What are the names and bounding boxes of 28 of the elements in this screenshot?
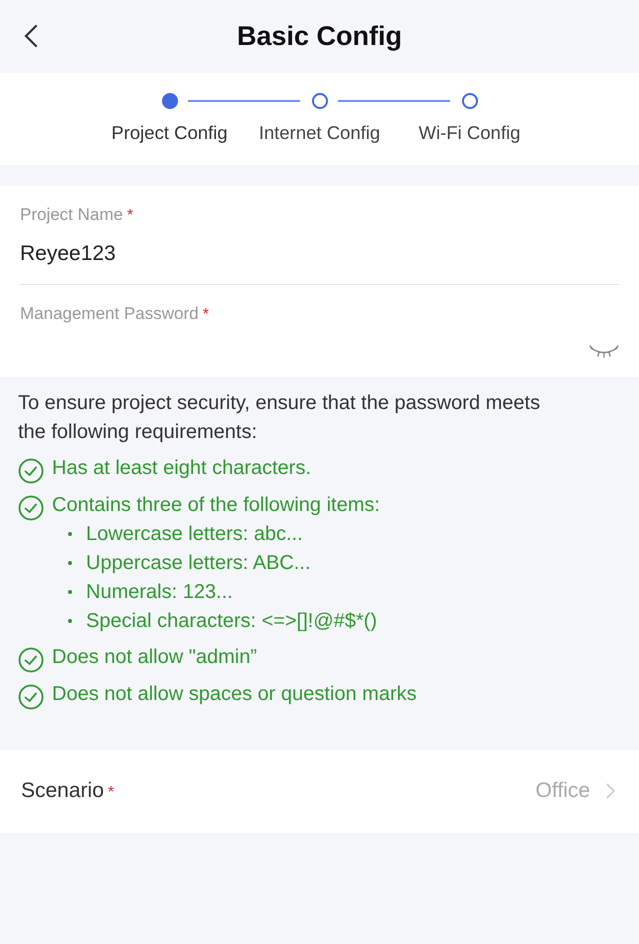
requirement-text: Does not allow spaces or question marks xyxy=(52,682,417,704)
field-label: Management Password xyxy=(20,304,199,322)
requirement-text: Has at least eight characters. xyxy=(52,456,312,478)
page-title: Basic Config xyxy=(236,20,402,54)
requirement-text: Lowercase letters: abc... xyxy=(86,522,303,546)
back-icon xyxy=(24,24,38,48)
requirement-text: Uppercase letters: ABC... xyxy=(86,550,311,576)
step-label[interactable]: Internet Config xyxy=(258,119,380,147)
requirement-text: Special characters: <=>[]!@#$*() xyxy=(86,608,377,634)
requirement-text: Does not allow "admin” xyxy=(52,646,257,668)
field-label: Project Name xyxy=(20,205,123,224)
scenario-row[interactable]: Scenario * Office xyxy=(0,750,639,832)
required-mark: * xyxy=(202,306,209,322)
required-mark: * xyxy=(126,207,134,224)
required-mark: * xyxy=(108,784,114,802)
chevron-right-icon xyxy=(606,783,615,799)
scenario-label: Scenario xyxy=(21,779,104,802)
bullet-icon xyxy=(68,590,72,594)
requirement-text: Numerals: 123... xyxy=(86,580,233,604)
step-label[interactable]: Project Config xyxy=(111,119,228,147)
bullet-icon xyxy=(68,561,72,565)
hint-text: To ensure project security, ensure that the password meets the following requirements: xyxy=(18,390,542,444)
hide-password-icon[interactable] xyxy=(589,344,619,358)
requirement-text: Contains three of the following items: xyxy=(52,494,380,516)
step-label[interactable]: Wi-Fi Config xyxy=(418,119,520,147)
bullet-icon xyxy=(68,532,72,536)
scenario-value: Office xyxy=(536,778,590,804)
bullet-icon xyxy=(68,619,72,623)
